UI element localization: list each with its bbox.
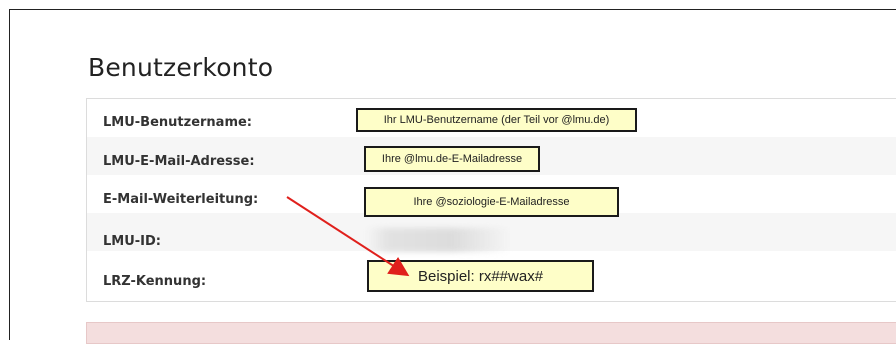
annotation-arrow: [286, 196, 410, 277]
alert-banner: [86, 322, 896, 344]
arrow-line: [286, 196, 410, 277]
